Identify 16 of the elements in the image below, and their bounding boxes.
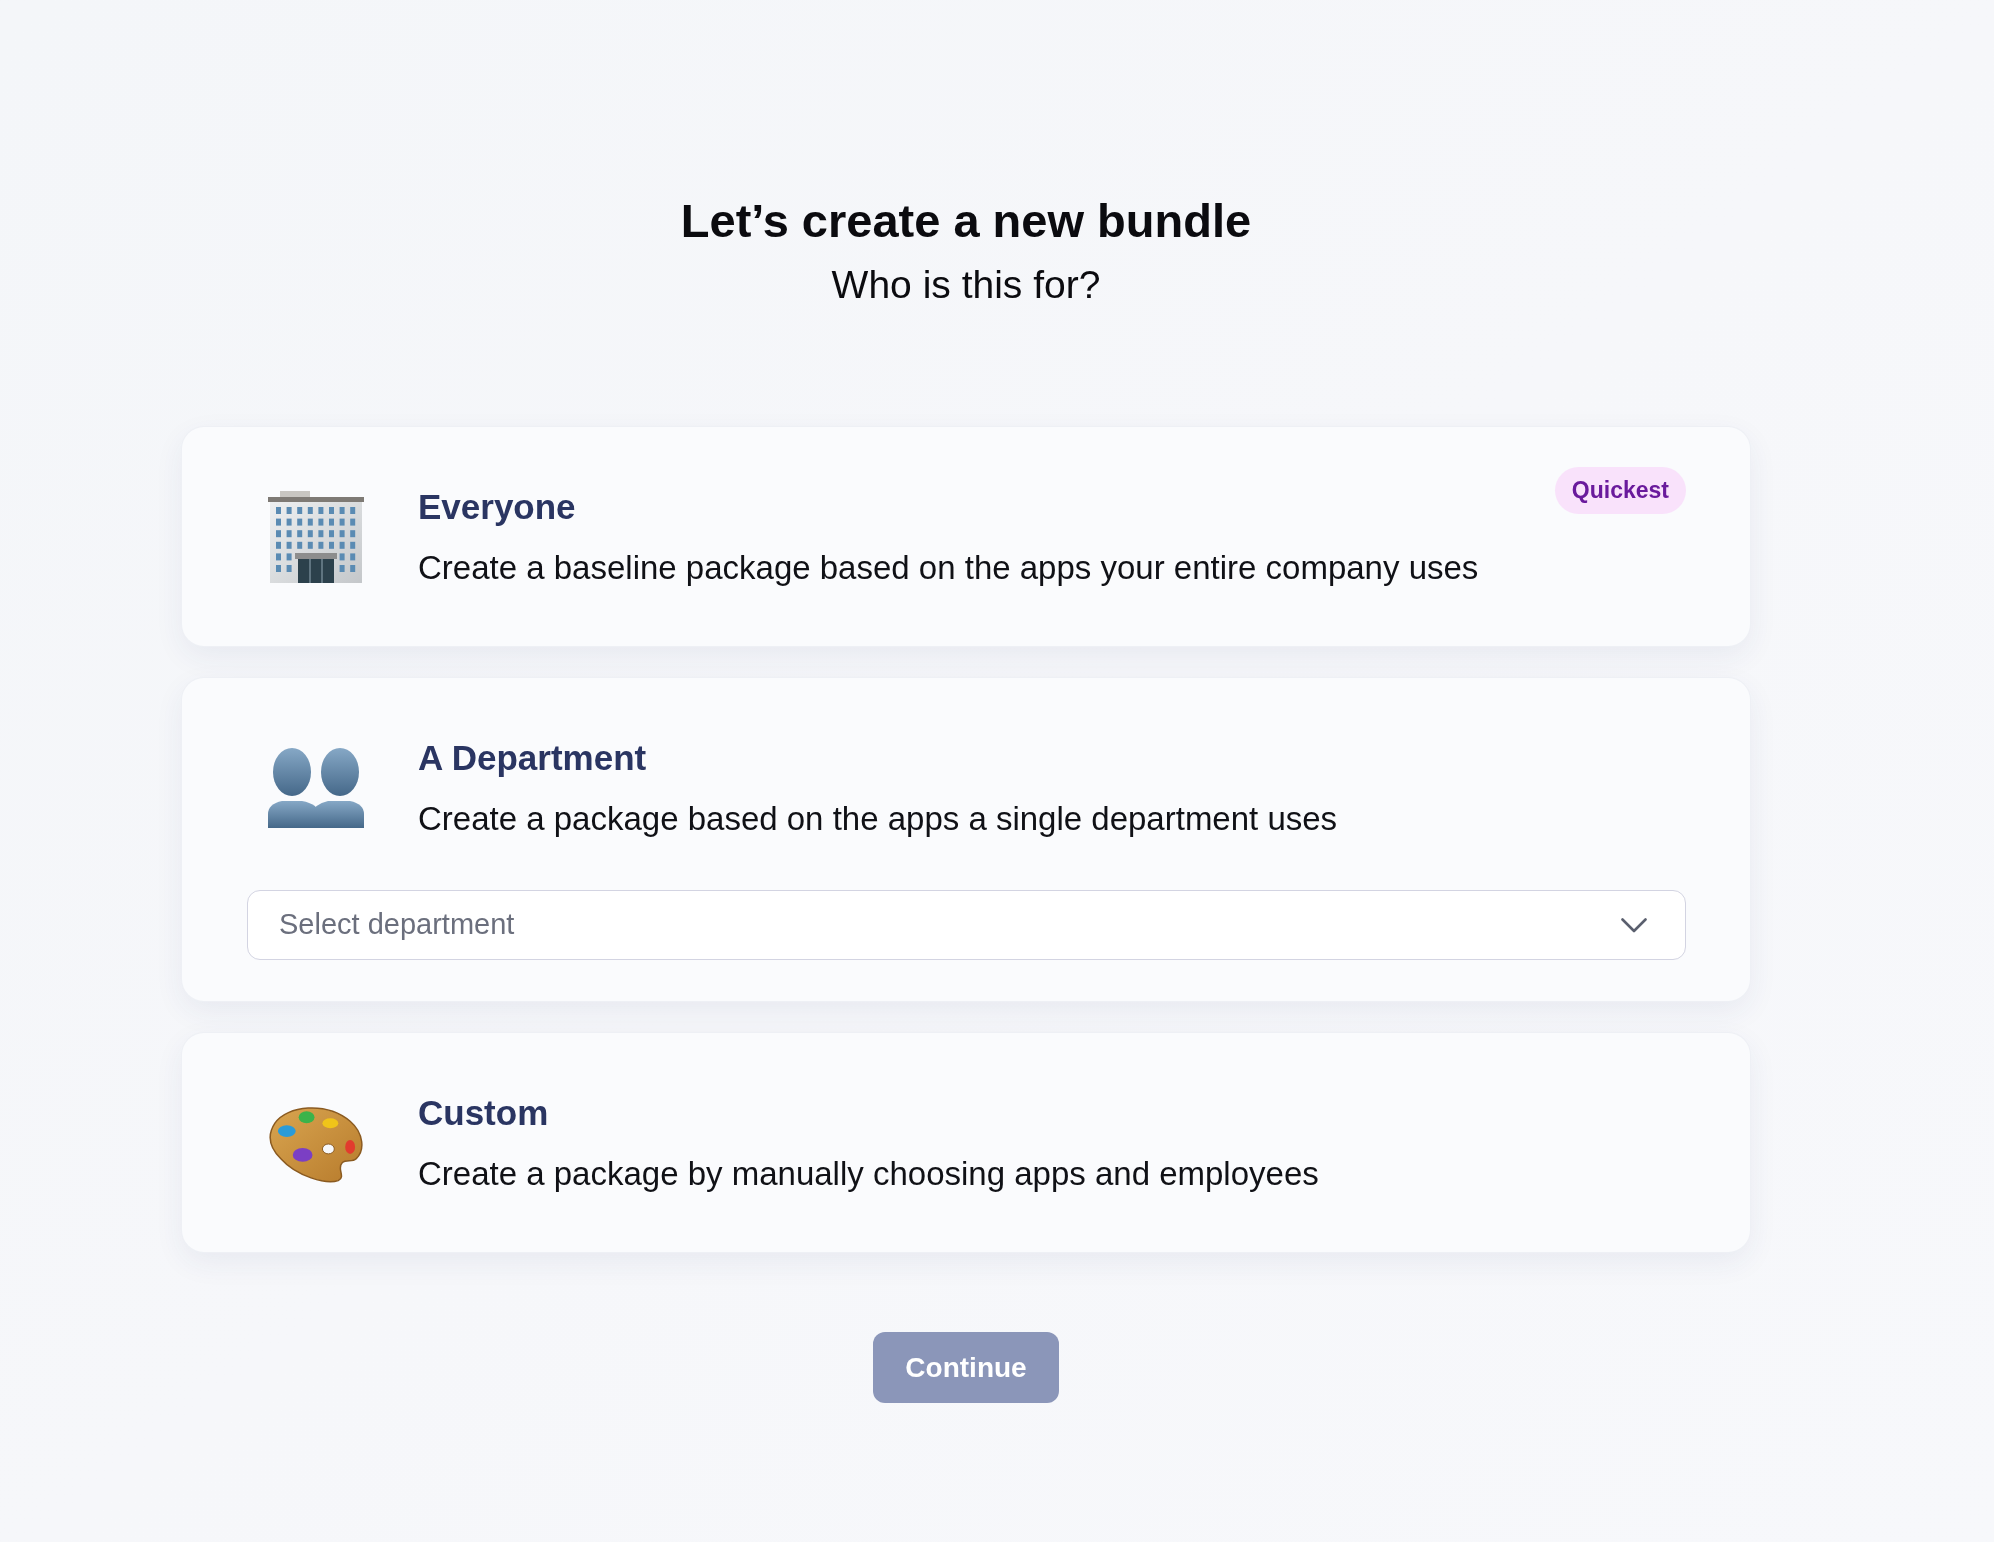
option-description: Create a package by manually choosing apps and employees: [418, 1154, 1319, 1194]
department-select[interactable]: Select department: [247, 890, 1686, 960]
quickest-badge: Quickest: [1554, 467, 1686, 514]
option-title: Everyone: [418, 486, 577, 528]
office-building-icon: [267, 491, 364, 583]
option-card[interactable]: A Department Create a package based on the apps a single department uses Select department: [182, 678, 1750, 1001]
chevron-down-icon: [1621, 917, 1647, 933]
option-card[interactable]: Custom Create a package by manually choosing apps and employees: [182, 1033, 1750, 1252]
option-title: A Department: [418, 737, 648, 779]
option-card[interactable]: Everyone Create a baseline package based on the apps your entire company uses Quickest: [182, 427, 1750, 646]
page-subtitle: Who is this for?: [831, 262, 1101, 308]
option-description: Create a package based on the apps a single department uses: [418, 799, 1338, 839]
two-busts-silhouette-icon: [267, 748, 364, 828]
page-title: Let’s create a new bundle: [680, 193, 1252, 249]
option-title: Custom: [418, 1092, 550, 1134]
option-description: Create a baseline package based on the apps your entire company uses: [418, 548, 1479, 588]
